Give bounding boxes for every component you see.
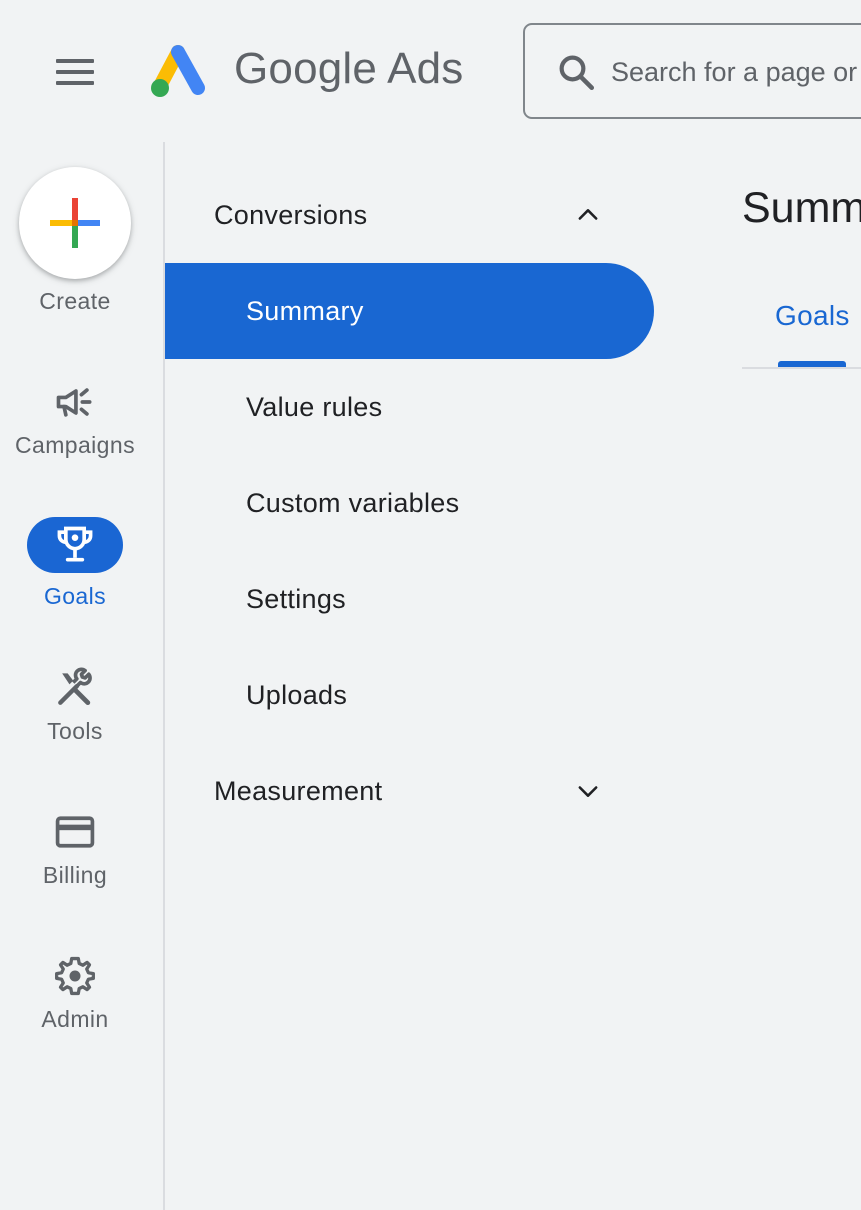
- tabs-divider: [742, 367, 861, 369]
- rail-item-tools[interactable]: Tools: [0, 666, 150, 745]
- main-menu-button[interactable]: [48, 49, 102, 95]
- create-label-wrap[interactable]: Create: [0, 288, 150, 315]
- tab-goals[interactable]: Goals: [775, 300, 850, 332]
- hamburger-icon: [56, 59, 94, 63]
- nav-section-conversions[interactable]: Conversions: [214, 185, 634, 245]
- brand-name: Google Ads: [234, 44, 464, 93]
- search-input[interactable]: [611, 51, 861, 93]
- search-box[interactable]: [523, 23, 861, 119]
- tools-icon: [58, 667, 92, 706]
- nav-item-label: Settings: [246, 583, 346, 614]
- credit-card-icon: [55, 816, 95, 848]
- rail-item-label: Billing: [42, 862, 108, 888]
- rail-item-label: Tools: [47, 718, 103, 744]
- rail-item-label: Campaigns: [15, 432, 135, 458]
- nav-item-uploads[interactable]: Uploads: [165, 647, 654, 743]
- google-ads-logo-icon[interactable]: [148, 40, 212, 100]
- nav-section-measurement[interactable]: Measurement: [214, 761, 634, 821]
- nav-item-value-rules[interactable]: Value rules: [165, 359, 654, 455]
- create-label: Create: [39, 288, 111, 314]
- nav-item-label: Summary: [246, 295, 364, 326]
- rail-item-campaigns[interactable]: Campaigns: [0, 380, 150, 459]
- rail-item-label: Admin: [41, 1006, 109, 1032]
- nav-section-label: Conversions: [214, 199, 368, 230]
- main-content: Summary Goals: [665, 140, 861, 1210]
- nav-item-summary[interactable]: Summary: [165, 263, 654, 359]
- megaphone-icon: [56, 388, 92, 417]
- nav-item-label: Uploads: [246, 679, 348, 710]
- chevron-up-icon: [578, 209, 598, 220]
- active-pill: [27, 517, 123, 573]
- nav-item-label: Custom variables: [246, 487, 460, 518]
- top-bar: Google Ads: [0, 0, 861, 140]
- nav-section-label: Measurement: [214, 775, 383, 806]
- search-icon: [559, 55, 595, 91]
- hamburger-icon-line: [56, 70, 94, 74]
- nav-item-label: Value rules: [246, 391, 383, 422]
- page-title: Summary: [742, 184, 861, 232]
- secondary-nav: Conversions Summary Value rules Custom v…: [165, 140, 665, 1210]
- left-rail: Create Campaigns Goals Tools Billing Adm…: [0, 140, 150, 1210]
- hamburger-icon-line: [56, 81, 94, 85]
- rail-item-billing[interactable]: Billing: [0, 810, 150, 889]
- plus-icon: [50, 198, 100, 248]
- trophy-icon: [57, 526, 93, 562]
- gear-icon: [55, 956, 95, 996]
- rail-item-goals[interactable]: Goals: [0, 517, 150, 610]
- rail-item-label: Goals: [43, 583, 107, 609]
- nav-item-settings[interactable]: Settings: [165, 551, 654, 647]
- rail-item-admin[interactable]: Admin: [0, 954, 150, 1033]
- chevron-down-icon: [578, 786, 598, 797]
- active-tab-indicator: [778, 361, 846, 367]
- create-button[interactable]: [19, 167, 131, 279]
- nav-item-custom-variables[interactable]: Custom variables: [165, 455, 654, 551]
